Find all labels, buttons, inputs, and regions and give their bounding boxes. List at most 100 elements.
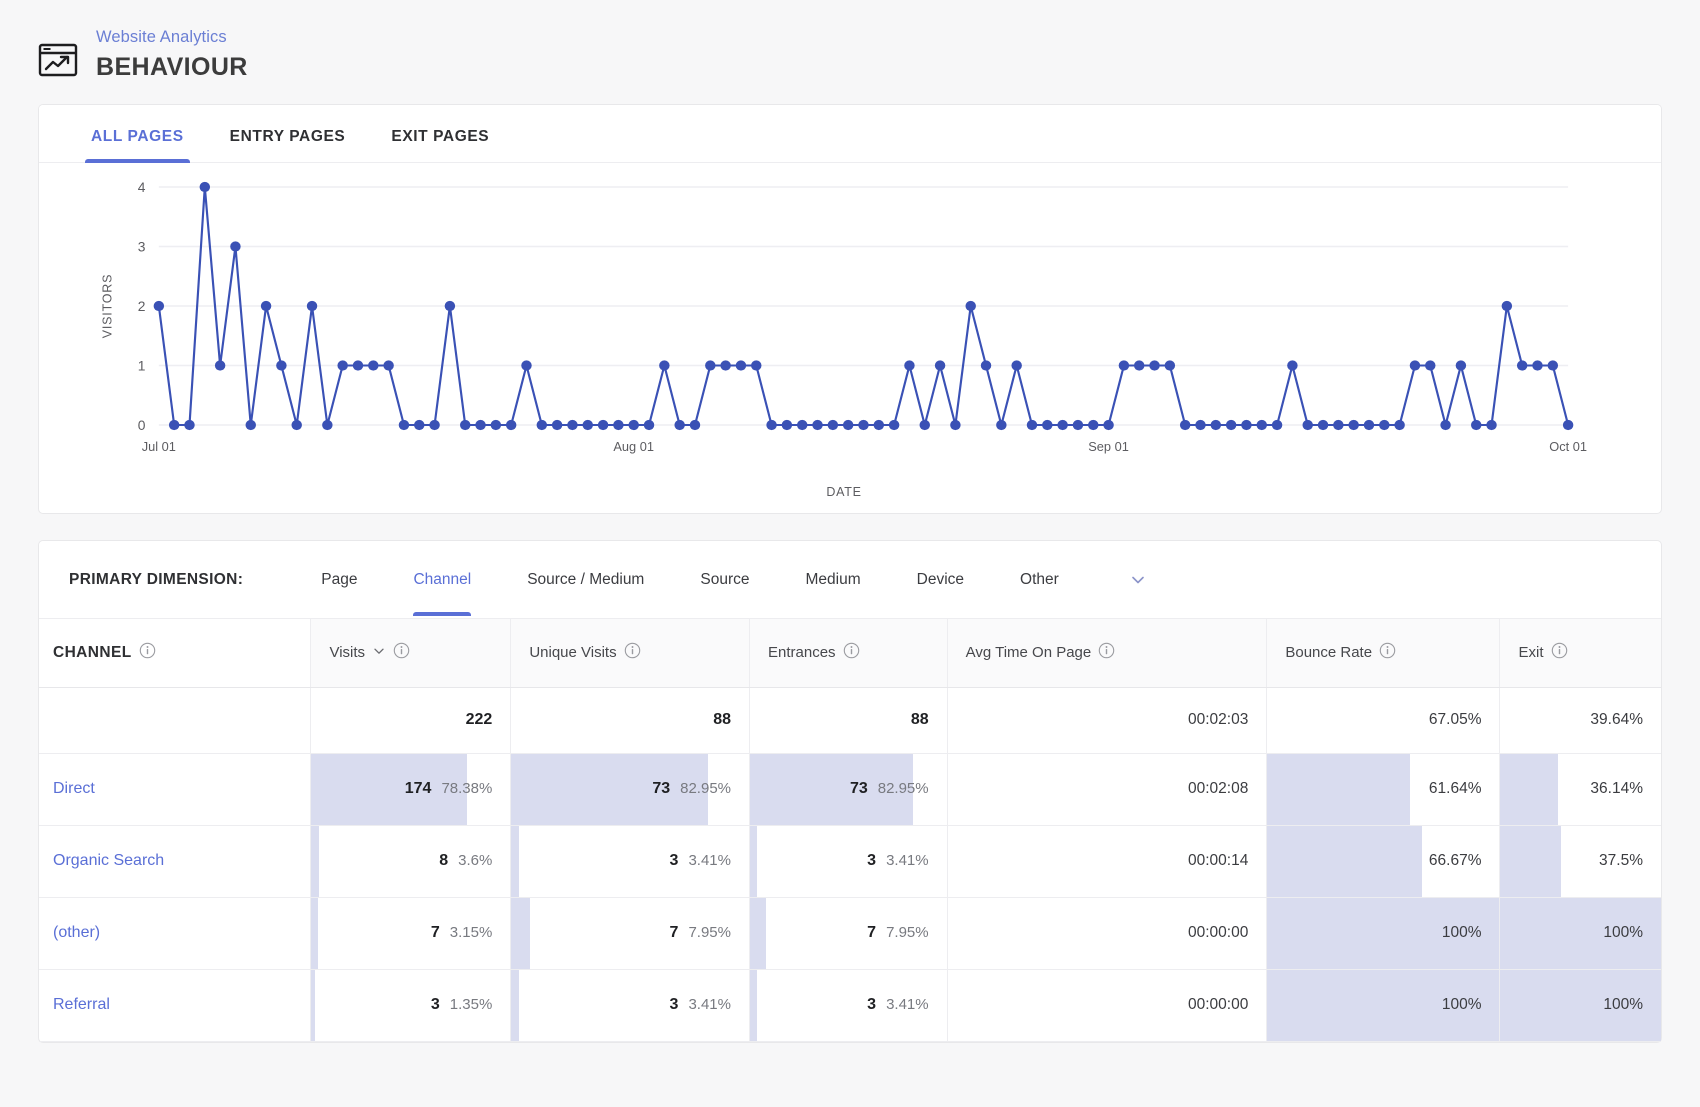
table-row: (other) 7 3.15% 7 7.95% 7 7.95% 00:00:00 100% 100… [39, 897, 1661, 970]
visitors-chart: 0 1 2 3 4 VISITORS Jul 01 Aug 01 Sep 01 Oct 01 DA… [39, 163, 1661, 513]
chart-point [1486, 419, 1497, 431]
dimension-option-device[interactable]: Device [917, 545, 964, 615]
column-header-channel[interactable]: CHANNEL [39, 619, 311, 688]
row-entrances: 3 3.41% [749, 969, 948, 1042]
chart-point [1088, 419, 1099, 431]
tab-all-pages[interactable]: ALL PAGES [85, 128, 190, 163]
chart-x-axis-title: DATE [826, 485, 862, 499]
chart-point [873, 419, 885, 431]
totals-bounce-rate: 67.05% [1266, 687, 1500, 754]
column-header-entrances[interactable]: Entrances [749, 619, 948, 688]
chart-point [260, 300, 272, 312]
chart-point [1363, 419, 1375, 431]
info-icon[interactable] [624, 642, 641, 663]
table-totals-row: 222 88 88 00:02:03 67.05% 39.64% [39, 687, 1661, 754]
cell-percent: 1.35% [449, 996, 493, 1013]
chart-point [199, 181, 211, 193]
chart-x-tick: Sep 01 [1088, 440, 1129, 454]
row-unique-visits: 3 3.41% [510, 825, 750, 898]
tab-entry-pages[interactable]: ENTRY PAGES [230, 128, 346, 162]
cell-percent: 3.41% [886, 996, 929, 1013]
table-row: Organic Search 8 3.6% 3 3.41% 3 3.41% 00:00:14 6… [39, 825, 1661, 898]
cell-value: 3 [430, 996, 440, 1013]
row-channel-cell: Referral [39, 969, 311, 1042]
chart-point [168, 419, 180, 431]
cell-bar-fill [750, 897, 766, 969]
channel-table: CHANNEL Visits Unique Visits Entrances A… [39, 619, 1661, 1042]
channel-link[interactable]: Direct [53, 780, 95, 797]
column-header-bounce-rate[interactable]: Bounce Rate [1266, 619, 1500, 688]
column-header-avg-time-on-page[interactable]: Avg Time On Page [946, 619, 1267, 688]
dimension-table-card: PRIMARY DIMENSION: Page Channel Source /… [38, 540, 1662, 1043]
cell-value: 7 [669, 924, 679, 941]
column-header-visits[interactable]: Visits [310, 619, 511, 688]
info-icon[interactable] [1098, 642, 1115, 663]
dimension-option-source[interactable]: Source [700, 545, 749, 615]
row-bounce-rate: 66.67% [1266, 825, 1500, 898]
cell-bar-fill [311, 969, 316, 1041]
channel-link[interactable]: Organic Search [53, 852, 164, 869]
row-avg-time: 00:00:00 [946, 897, 1267, 970]
row-visits: 174 78.38% [310, 753, 511, 826]
cell-value: 3 [867, 852, 877, 869]
chart-point [1287, 360, 1298, 371]
info-icon[interactable] [1379, 642, 1396, 663]
cell-percent: 3.41% [886, 852, 929, 869]
chart-point [781, 419, 793, 431]
info-icon[interactable] [843, 642, 860, 663]
cell-value: 73 [849, 780, 868, 797]
cell-value: 100% [1603, 924, 1643, 941]
chart-point [475, 419, 486, 431]
breadcrumb[interactable]: Website Analytics [96, 28, 248, 47]
chart-point [1333, 419, 1344, 431]
cell-value: 100% [1441, 924, 1482, 941]
chart-point [766, 419, 777, 431]
tab-exit-pages[interactable]: EXIT PAGES [391, 128, 489, 162]
chart-point [705, 360, 716, 371]
cell-value: 7 [430, 924, 440, 941]
chevron-down-icon[interactable] [1129, 571, 1147, 589]
chart-point [214, 360, 226, 371]
cell-bar-fill [311, 897, 318, 969]
dimension-option-medium[interactable]: Medium [805, 545, 860, 615]
chart-point [276, 360, 287, 371]
chart-point [1103, 419, 1114, 431]
cell-percent: 7.95% [688, 924, 731, 941]
info-icon[interactable] [1551, 642, 1568, 663]
column-header-exit[interactable]: Exit [1499, 619, 1661, 688]
page-header: Website Analytics BEHAVIOUR [0, 0, 1700, 82]
chart-point [429, 419, 440, 431]
row-exit: 100% [1499, 897, 1661, 970]
chart-point [1317, 419, 1329, 431]
row-unique-visits: 3 3.41% [510, 969, 750, 1042]
chart-point [1562, 419, 1574, 431]
info-icon[interactable] [393, 642, 410, 663]
chart-point [414, 419, 425, 431]
cell-value: 7 [867, 924, 877, 941]
dimension-option-channel[interactable]: Channel [413, 545, 471, 616]
column-label: Visits [329, 644, 366, 662]
channel-link[interactable]: (other) [53, 924, 100, 941]
dimension-option-source-medium[interactable]: Source / Medium [527, 545, 644, 615]
chart-point [735, 360, 747, 371]
cell-value: 67.05% [1428, 711, 1482, 728]
dimension-option-other[interactable]: Other [1020, 545, 1059, 615]
chart-x-tick: Jul 01 [142, 440, 176, 454]
column-header-unique-visits[interactable]: Unique Visits [510, 619, 750, 688]
table-header-row: CHANNEL Visits Unique Visits Entrances A… [39, 619, 1661, 688]
chart-y-axis-title: VISITORS [101, 274, 115, 338]
analytics-window-icon [38, 40, 78, 80]
chart-x-tick: Aug 01 [613, 440, 654, 454]
column-label: Entrances [768, 644, 836, 662]
row-entrances: 73 82.95% [749, 753, 948, 826]
dimension-option-page[interactable]: Page [321, 545, 357, 615]
totals-exit: 39.64% [1499, 687, 1661, 754]
cell-value: 00:00:00 [1188, 996, 1249, 1013]
channel-link[interactable]: Referral [53, 996, 110, 1013]
primary-dimension-bar: PRIMARY DIMENSION: Page Channel Source /… [39, 541, 1661, 619]
chart-point [1348, 419, 1359, 431]
primary-dimension-label: PRIMARY DIMENSION: [69, 570, 244, 588]
info-icon[interactable] [139, 642, 156, 664]
chart-y-tick: 0 [138, 418, 146, 433]
chevron-down-icon[interactable] [372, 644, 386, 662]
